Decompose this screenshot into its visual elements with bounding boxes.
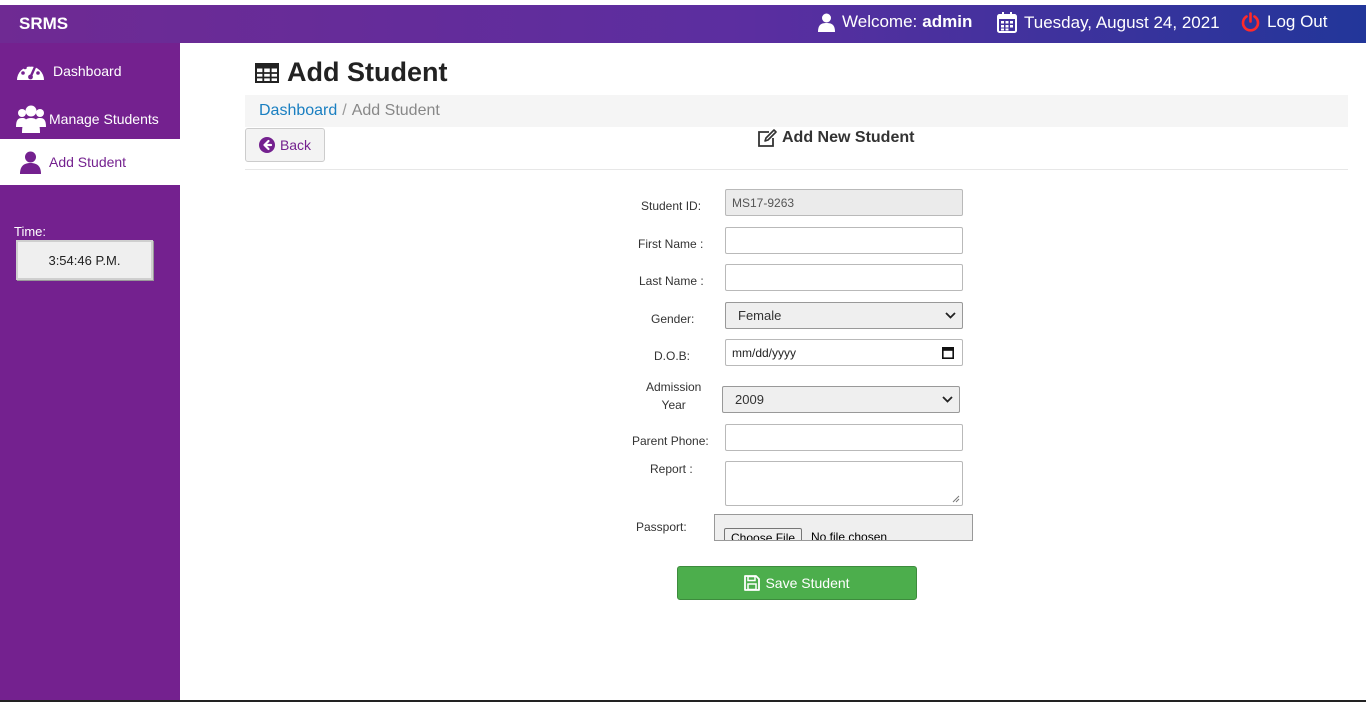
sidebar-item-label: Manage Students [49,111,159,127]
back-label: Back [279,137,312,153]
current-date: Tuesday, August 24, 2021 [997,12,1220,33]
page-title: Add Student [255,57,447,88]
logout-link[interactable]: Log Out [1241,12,1328,32]
dob-field[interactable]: mm/dd/yyyy [725,339,963,366]
sidebar-item-label: Dashboard [53,63,122,79]
form-title: Add New Student [757,129,914,147]
date-text: Tuesday, August 24, 2021 [1024,12,1220,32]
report-label: Report : [650,462,693,476]
logout-label: Log Out [1267,12,1328,31]
form-title-text: Add New Student [782,129,915,146]
report-textarea[interactable] [725,461,963,506]
last-name-label: Last Name : [639,274,704,288]
floppy-disk-icon [744,575,761,591]
breadcrumb: Dashboard / Add Student [245,95,1348,127]
choose-file-button[interactable]: Choose File [724,528,803,540]
top-navbar: SRMS Welcome: admin Tuesday, August 24, … [0,5,1366,43]
breadcrumb-separator: / [342,102,347,119]
clock-display: 3:54:46 P.M. [16,240,153,280]
resize-grip-icon[interactable] [952,495,960,503]
save-student-button[interactable]: Save Student [677,566,917,600]
last-name-field[interactable] [725,264,963,291]
user-icon [20,151,41,174]
welcome-username: admin [922,12,973,31]
sidebar-item-label: Add Student [49,154,127,170]
divider [245,169,1348,170]
admission-year-select[interactable]: 2009 [722,386,960,413]
power-icon [1241,12,1260,32]
user-icon [818,13,835,32]
users-icon [16,105,46,133]
dashboard-gauge-icon [17,63,44,80]
arrow-circle-left-icon [258,137,275,153]
gender-label: Gender: [651,312,695,326]
chevron-down-icon [942,396,953,403]
back-button[interactable]: Back [245,128,325,162]
dob-placeholder: mm/dd/yyyy [732,345,797,360]
parent-phone-label: Parent Phone: [632,434,709,448]
dob-label: D.O.B: [654,349,691,363]
chevron-down-icon [945,312,956,319]
gender-select[interactable]: Female [725,302,963,329]
admission-label-line1: Admission [646,380,702,394]
admission-year-label: Admission Year [646,378,701,414]
calendar-icon[interactable] [942,346,954,359]
student-id-label: Student ID: [641,199,702,213]
brand-logo[interactable]: SRMS [19,14,68,34]
sidebar: Dashboard Manage Students Add Student Ti… [0,43,180,700]
calendar-icon [997,12,1017,33]
sidebar-item-add-student[interactable]: Add Student [0,139,180,185]
first-name-label: First Name : [638,237,704,251]
sidebar-item-dashboard[interactable]: Dashboard [0,48,180,94]
file-status: No file chosen [811,530,888,541]
parent-phone-field[interactable] [725,424,963,451]
passport-label: Passport: [636,520,687,534]
breadcrumb-dashboard-link[interactable]: Dashboard [259,102,337,120]
breadcrumb-current: Add Student [351,102,440,119]
gender-selected: Female [738,308,782,323]
page-title-text: Add Student [287,57,448,87]
admission-year-selected: 2009 [735,392,764,407]
edit-icon [758,129,777,147]
passport-file-input[interactable]: Choose File No file chosen [714,514,973,541]
student-id-field: MS17-9263 [725,189,963,216]
sidebar-item-manage-students[interactable]: Manage Students [0,96,180,142]
first-name-field[interactable] [725,227,963,254]
save-label: Save Student [765,575,850,591]
welcome-user[interactable]: Welcome: admin [818,12,972,32]
time-label: Time: [14,224,47,239]
welcome-prefix: Welcome: [842,12,918,31]
admission-label-line2: Year [661,398,686,412]
table-icon [255,62,279,83]
